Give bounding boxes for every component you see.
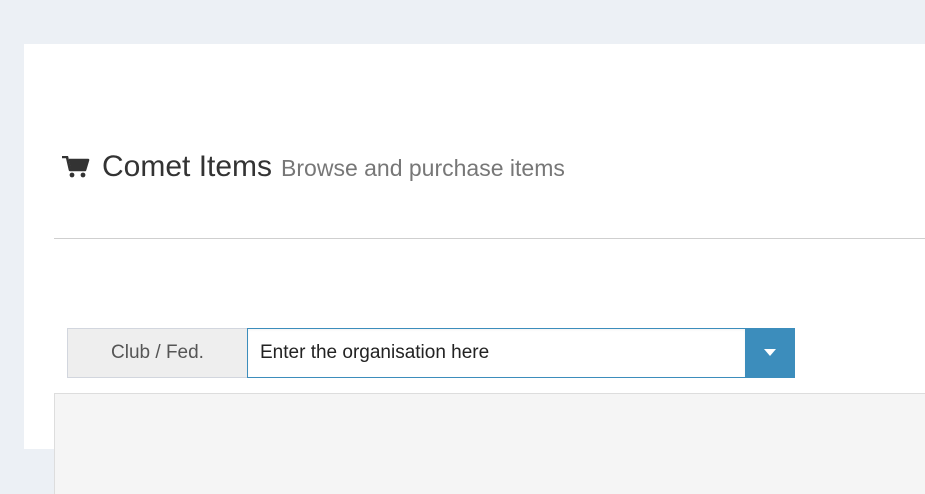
organisation-input[interactable] [247,328,745,378]
content-box: Comet Items Browse and purchase items Cl… [24,44,925,494]
page-header: Comet Items Browse and purchase items [62,150,565,184]
organisation-dropdown-button[interactable] [745,328,795,378]
results-panel [54,393,925,494]
page-subtitle: Browse and purchase items [281,155,565,181]
shopping-cart-icon [62,156,90,178]
page-title: Comet Items [102,150,273,183]
caret-down-icon [764,349,776,356]
header-divider [54,238,925,239]
organisation-selector: Club / Fed. [67,328,795,378]
club-fed-label: Club / Fed. [67,328,247,378]
